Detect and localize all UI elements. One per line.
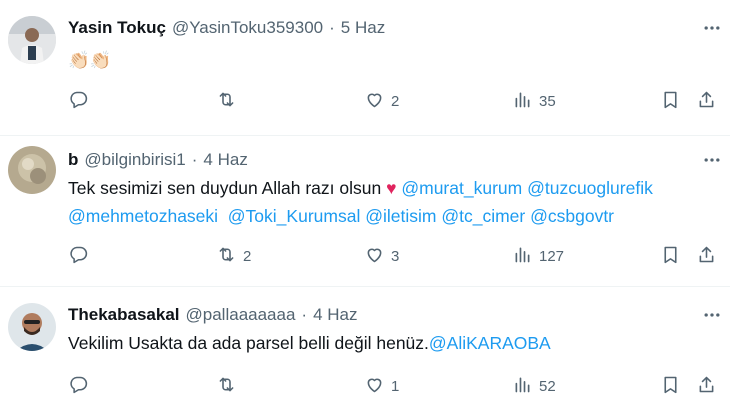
reply-icon (68, 374, 89, 399)
views-button[interactable]: 35 (512, 89, 556, 114)
view-count: 127 (539, 248, 565, 265)
share-button[interactable] (696, 89, 717, 114)
retweet-icon (216, 244, 237, 269)
like-count: 2 (391, 93, 400, 110)
clap-emoji: 👏🏻👏🏻 (68, 50, 112, 70)
more-icon[interactable] (702, 305, 722, 325)
reply-button[interactable] (68, 89, 95, 114)
view-count: 35 (539, 93, 556, 110)
bookmark-button[interactable] (660, 244, 681, 269)
mention-link[interactable]: @Toki_Kurumsal (228, 206, 361, 226)
views-icon (512, 374, 533, 399)
author-handle[interactable]: @pallaaaaaaa (186, 305, 296, 325)
tweet-date[interactable]: 5 Haz (341, 18, 385, 38)
heart-emoji: ♥ (386, 178, 397, 198)
reply-button[interactable] (68, 244, 95, 269)
more-icon[interactable] (702, 18, 722, 38)
tweet-text-line: @mehmetozhaseki @Toki_Kurumsal @iletisim… (68, 202, 653, 230)
reply-icon (68, 244, 89, 269)
author-handle[interactable]: @bilginbirisi1 (84, 150, 185, 170)
views-icon (512, 244, 533, 269)
avatar[interactable] (8, 146, 56, 194)
avatar[interactable] (8, 303, 56, 351)
share-icon (696, 89, 717, 114)
tweet-text: 👏🏻👏🏻 (68, 46, 112, 74)
retweet-button[interactable] (216, 89, 243, 114)
mention-link[interactable]: @tuzcuoglurefik (527, 178, 653, 198)
mention-link[interactable]: @AliKARAOBA (429, 333, 551, 353)
like-count: 1 (391, 378, 400, 395)
tweet-text-content: Tek sesimizi sen duydun Allah razı olsun (68, 178, 382, 198)
mention-link[interactable]: @iletisim (365, 206, 436, 226)
retweet-icon (216, 374, 237, 399)
tweet[interactable]: b @bilginbirisi1 · 4 Haz Tek sesimizi se… (0, 136, 730, 286)
separator-dot: · (191, 150, 198, 169)
mention-link[interactable]: @mehmetozhaseki (68, 206, 218, 226)
heart-icon (364, 374, 385, 399)
avatar[interactable] (8, 16, 56, 64)
retweet-icon (216, 89, 237, 114)
reply-icon (68, 89, 89, 114)
like-button[interactable]: 2 (364, 89, 399, 114)
separator-dot: · (329, 18, 335, 37)
like-button[interactable]: 3 (364, 244, 399, 269)
separator-dot: · (301, 305, 308, 324)
retweet-button[interactable] (216, 374, 243, 399)
tweet-text: Vekilim Usakta da ada parsel belli değil… (68, 329, 551, 357)
view-count: 52 (539, 378, 556, 395)
tweet-text-line: Tek sesimizi sen duydun Allah razı olsun… (68, 174, 653, 202)
tweet[interactable]: Yasin Tokuç @YasinToku359300 · 5 Haz 👏🏻👏… (0, 0, 730, 135)
mention-link[interactable]: @csbgovtr (530, 206, 614, 226)
share-button[interactable] (696, 374, 717, 399)
like-count: 3 (391, 248, 400, 265)
views-button[interactable]: 52 (512, 374, 556, 399)
author-name[interactable]: b (68, 150, 78, 170)
retweet-button[interactable]: 2 (216, 244, 251, 269)
tweet-date[interactable]: 4 Haz (313, 305, 357, 325)
tweet-text: Tek sesimizi sen duydun Allah razı olsun… (68, 174, 653, 230)
reply-button[interactable] (68, 374, 95, 399)
mention-link[interactable]: @tc_cimer (441, 206, 525, 226)
heart-icon (364, 89, 385, 114)
like-button[interactable]: 1 (364, 374, 399, 399)
share-icon (696, 374, 717, 399)
heart-icon (364, 244, 385, 269)
more-icon[interactable] (702, 150, 722, 170)
retweet-count: 2 (243, 248, 252, 265)
author-name[interactable]: Yasin Tokuç (68, 18, 166, 38)
author-handle[interactable]: @YasinToku359300 (172, 18, 323, 38)
tweet-text-content: Vekilim Usakta da ada parsel belli değil… (68, 333, 429, 353)
bookmark-icon (660, 89, 681, 114)
tweet[interactable]: Thekabasakal @pallaaaaaaa · 4 Haz Vekili… (0, 287, 730, 420)
mention-link[interactable]: @murat_kurum (401, 178, 522, 198)
views-button[interactable]: 127 (512, 244, 564, 269)
bookmark-icon (660, 374, 681, 399)
author-name[interactable]: Thekabasakal (68, 305, 180, 325)
views-icon (512, 89, 533, 114)
tweet-date[interactable]: 4 Haz (203, 150, 247, 170)
bookmark-button[interactable] (660, 89, 681, 114)
bookmark-button[interactable] (660, 374, 681, 399)
share-icon (696, 244, 717, 269)
share-button[interactable] (696, 244, 717, 269)
bookmark-icon (660, 244, 681, 269)
